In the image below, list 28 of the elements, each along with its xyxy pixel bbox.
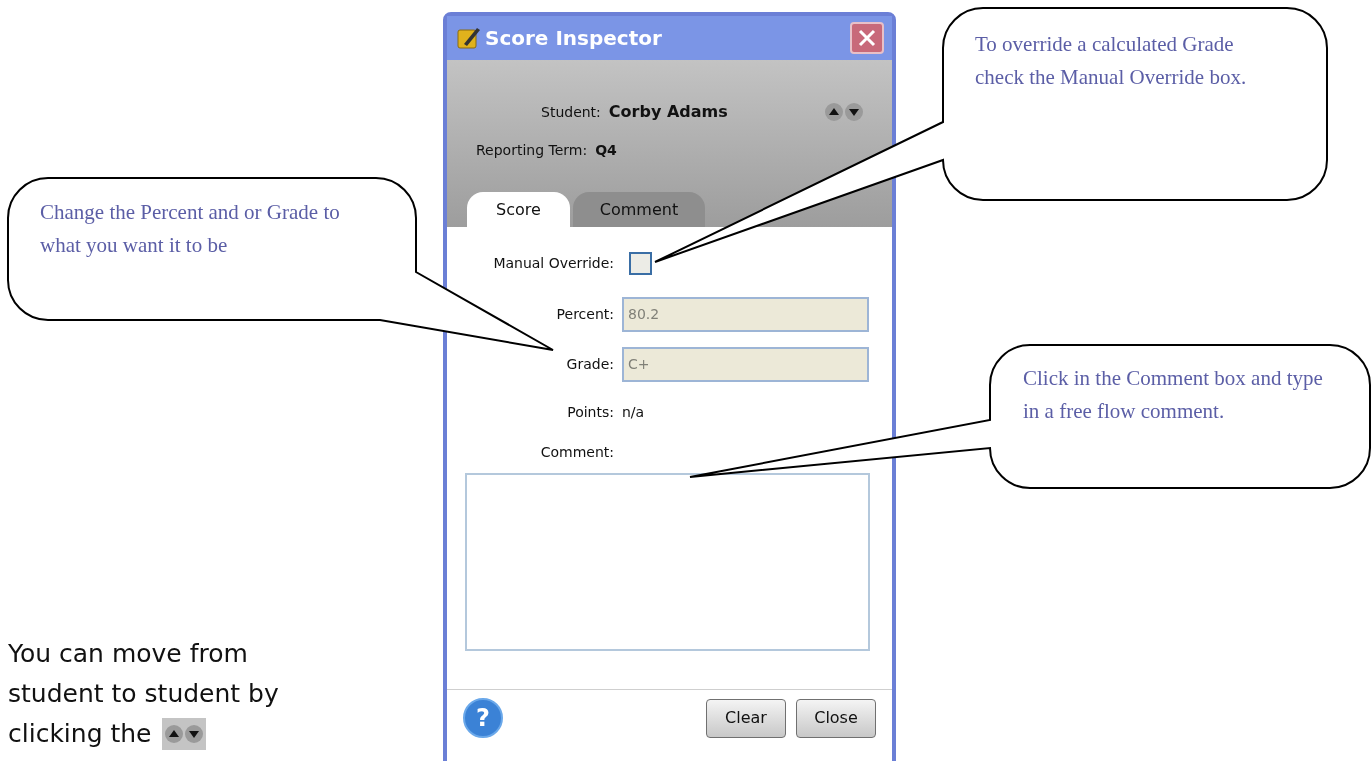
tab[interactable]: Score <box>467 192 570 227</box>
callout-text: To override a calculated Grade check the Manual Override box. <box>975 31 1248 91</box>
close-button[interactable] <box>850 22 884 54</box>
points-value: n/a <box>622 402 646 422</box>
student-name: Corby Adams <box>608 101 728 123</box>
field-label: Percent: <box>555 305 614 324</box>
instruction-text: clicking the <box>8 718 152 750</box>
reporting-term-label: Reporting Term: <box>476 141 588 160</box>
up-down-arrows-icon <box>824 102 864 122</box>
reporting-term-value: Q4 <box>595 141 617 160</box>
dialog-button[interactable]: Close <box>796 698 876 738</box>
comment-label: Comment: <box>539 443 614 462</box>
notepad-pencil-icon <box>455 25 481 51</box>
instruction-text: You can move from <box>8 638 248 670</box>
instruction-text: student to student by <box>8 678 279 710</box>
points-label: Points: <box>566 403 614 422</box>
help-button[interactable]: ? <box>463 698 503 738</box>
tab[interactable]: Comment <box>573 192 705 227</box>
field-label: Grade: <box>565 355 614 374</box>
window-title: Score Inspector <box>485 25 662 52</box>
student-label: Student: <box>541 102 601 122</box>
callout-text: Click in the Comment box and type in a free flow comment. <box>1023 365 1324 425</box>
callout-text: Change the Percent and or Grade to what you want it to be <box>40 199 341 259</box>
manual-override-label: Manual Override: <box>492 254 614 273</box>
dialog-button[interactable]: Clear <box>706 698 786 738</box>
up-down-arrows-icon <box>163 724 204 744</box>
close-icon <box>858 29 876 47</box>
manual-override-checkbox[interactable] <box>629 251 652 275</box>
